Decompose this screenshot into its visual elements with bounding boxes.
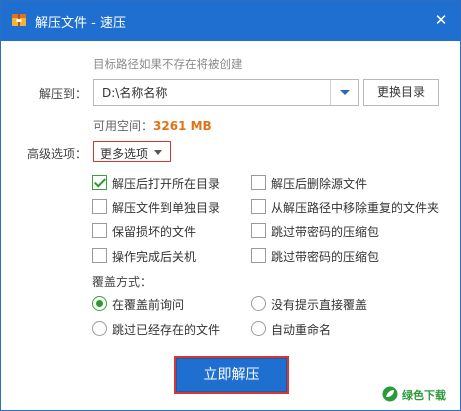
radio-overwrite-without-prompt[interactable] xyxy=(251,296,266,311)
extract-now-button[interactable]: 立即解压 xyxy=(176,358,287,392)
overwrite-mode-label: 覆盖方式： xyxy=(92,275,153,289)
window-title: 解压文件 - 速压 xyxy=(35,16,126,31)
option-label: 自动重命名 xyxy=(271,323,332,337)
checkbox-shutdown-when-done[interactable] xyxy=(92,248,107,263)
radio-skip-existing-files[interactable] xyxy=(92,321,107,336)
checkbox-keep-broken-files[interactable] xyxy=(92,223,107,238)
target-path-input[interactable] xyxy=(94,80,330,105)
checkbox-open-folder-after-extract[interactable] xyxy=(92,175,107,190)
more-options-label: 更多选项 xyxy=(100,147,149,161)
checkbox-separate-folder[interactable] xyxy=(92,199,107,214)
advanced-options-label: 高级选项： xyxy=(27,147,88,161)
archive-app-icon xyxy=(12,14,26,26)
chevron-down-icon xyxy=(154,150,162,155)
path-hint: 目标路径如果不存在将被创建 xyxy=(93,57,243,71)
checkbox-skip-password-archives[interactable] xyxy=(251,223,266,238)
target-label: 解压到： xyxy=(39,87,88,101)
option-label: 从解压路径中移除重复的文件夹 xyxy=(271,201,440,215)
leaf-icon xyxy=(382,386,398,402)
option-label: 在覆盖前询问 xyxy=(112,298,185,312)
radio-ask-before-overwrite[interactable] xyxy=(92,296,107,311)
close-button[interactable]: ✕ xyxy=(429,9,453,31)
path-dropdown-button[interactable] xyxy=(330,80,358,105)
option-label: 跳过带密码的压缩包 xyxy=(271,250,380,264)
checkbox-skip-password-archives-2[interactable] xyxy=(251,248,266,263)
checkbox-delete-source[interactable] xyxy=(251,175,266,190)
chevron-down-icon xyxy=(340,90,350,95)
option-label: 解压后删除源文件 xyxy=(271,177,368,191)
watermark-text: 绿色下载 xyxy=(402,389,446,402)
free-space-value: 3261 MB xyxy=(153,119,212,133)
option-label: 没有提示直接覆盖 xyxy=(271,298,368,312)
close-icon: ✕ xyxy=(434,11,448,29)
free-space: 可用空间：3261 MB xyxy=(93,117,212,134)
option-label: 保留损坏的文件 xyxy=(112,225,197,239)
change-directory-button[interactable]: 更换目录 xyxy=(363,79,439,106)
option-label: 跳过已经存在的文件 xyxy=(112,323,221,337)
checkbox-remove-duplicate-folder[interactable] xyxy=(251,199,266,214)
title-bar[interactable]: 解压文件 - 速压 ✕ xyxy=(1,1,460,41)
radio-auto-rename[interactable] xyxy=(251,321,266,336)
target-path-combobox[interactable] xyxy=(93,79,359,106)
option-label: 跳过带密码的压缩包 xyxy=(271,225,380,239)
watermark-logo: 绿色下载 xyxy=(382,383,458,405)
option-label: 解压后打开所在目录 xyxy=(112,177,221,191)
extract-dialog: 解压文件 - 速压 ✕ 目标路径如果不存在将被创建 解压到： 更换目录 可用空间… xyxy=(0,0,461,411)
option-label: 操作完成后关机 xyxy=(112,250,197,264)
free-space-label: 可用空间： xyxy=(93,119,154,133)
option-label: 解压文件到单独目录 xyxy=(112,201,221,215)
more-options-button[interactable]: 更多选项 xyxy=(93,141,171,162)
